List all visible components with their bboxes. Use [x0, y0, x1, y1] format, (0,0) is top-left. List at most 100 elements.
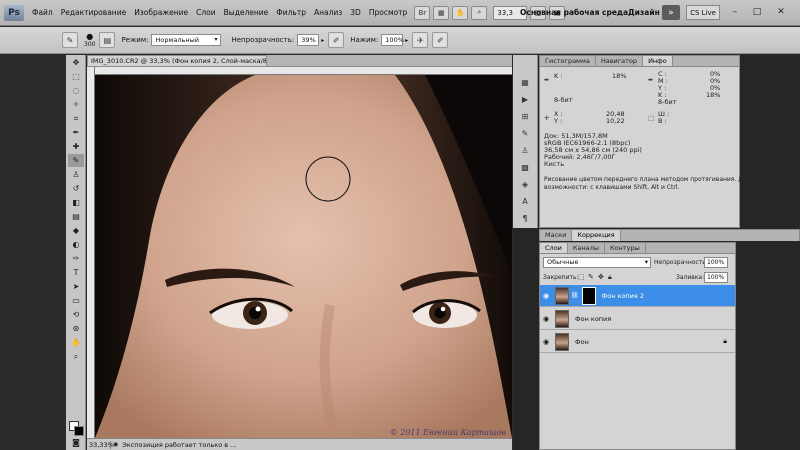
- more-workspaces-icon[interactable]: »: [662, 5, 680, 20]
- maximize-icon[interactable]: □: [748, 4, 766, 20]
- main-menu: Файл Редактирование Изображение Слои Выд…: [28, 0, 411, 26]
- chevron-down-icon: ▾: [644, 258, 648, 266]
- eye-icon[interactable]: ◉: [540, 338, 552, 346]
- marquee-tool-icon[interactable]: ⬚: [68, 70, 84, 83]
- pressure-field[interactable]: 100%: [381, 34, 404, 46]
- hand-icon[interactable]: ✋: [452, 5, 469, 20]
- layer-mask-thumbnail[interactable]: [581, 286, 596, 305]
- dodge-tool-icon[interactable]: ◐: [68, 238, 84, 251]
- menu-select[interactable]: Выделение: [220, 0, 273, 26]
- airbrush-icon[interactable]: ✈: [412, 32, 429, 48]
- layer-row[interactable]: ◉ Фон 🔒︎: [540, 331, 735, 353]
- lasso-tool-icon[interactable]: ◌: [68, 84, 84, 97]
- menu-file[interactable]: Файл: [28, 0, 57, 26]
- status-zoom[interactable]: 33,33%: [87, 440, 114, 449]
- cs-live-button[interactable]: CS Live: [686, 5, 720, 20]
- lock-all-icon[interactable]: 🔒︎: [608, 273, 612, 282]
- pen-tool-icon[interactable]: ✑: [68, 252, 84, 265]
- layer-opacity-label: Непрозрачность:: [654, 259, 708, 266]
- quick-select-tool-icon[interactable]: ✧: [68, 98, 84, 111]
- move-tool-icon[interactable]: ✥: [68, 56, 84, 69]
- actions-panel-icon[interactable]: ▶: [516, 92, 534, 106]
- layer-row[interactable]: ◉ Фон копия: [540, 308, 735, 330]
- menu-view[interactable]: Просмотр: [365, 0, 412, 26]
- pen-pressure-opacity-icon[interactable]: ✐: [328, 32, 345, 48]
- tab-paths[interactable]: Контуры: [605, 243, 646, 253]
- tab-masks[interactable]: Маски: [540, 230, 573, 241]
- brush-size-picker[interactable]: ● 300: [84, 32, 95, 48]
- opacity-arrow-icon[interactable]: ▸: [321, 37, 324, 44]
- tool-presets-icon[interactable]: ⊞: [516, 109, 534, 123]
- swatches-panel-icon[interactable]: ▩: [516, 160, 534, 174]
- layer-row[interactable]: ◉ ⛓ Фон копия 2: [540, 285, 735, 307]
- clone-source-icon[interactable]: ♙: [516, 143, 534, 157]
- tab-layers[interactable]: Слои: [540, 243, 568, 253]
- paragraph-panel-icon[interactable]: ¶: [516, 211, 534, 225]
- fill-field[interactable]: 100%: [704, 272, 728, 283]
- eyedropper-tool-icon[interactable]: ✒: [68, 126, 84, 139]
- workspace-design[interactable]: Дизайн: [628, 0, 660, 26]
- styles-panel-icon[interactable]: ◈: [516, 177, 534, 191]
- horizontal-ruler[interactable]: [95, 67, 512, 75]
- menu-filter[interactable]: Фильтр: [272, 0, 310, 26]
- pressure-arrow-icon[interactable]: ▸: [405, 37, 408, 44]
- eraser-tool-icon[interactable]: ◧: [68, 196, 84, 209]
- path-select-tool-icon[interactable]: ➤: [68, 280, 84, 293]
- bridge-icon[interactable]: Br: [414, 5, 431, 20]
- brush-tool-icon[interactable]: ✎: [68, 154, 84, 167]
- image-canvas[interactable]: © 2011 Евгений Карташов: [95, 75, 512, 438]
- menu-image[interactable]: Изображение: [130, 0, 192, 26]
- menu-3d[interactable]: 3D: [346, 0, 365, 26]
- tab-histogram[interactable]: Гистограмма: [540, 56, 596, 66]
- tab-navigator[interactable]: Навигатор: [596, 56, 644, 66]
- lock-transparency-icon[interactable]: ⬚: [578, 273, 585, 281]
- chain-icon[interactable]: ⛓: [571, 292, 579, 299]
- healing-tool-icon[interactable]: ✚: [68, 140, 84, 153]
- tab-adjustments[interactable]: Коррекция: [572, 230, 621, 241]
- menu-layers[interactable]: Слои: [192, 0, 220, 26]
- shape-tool-icon[interactable]: ▭: [68, 294, 84, 307]
- lock-pixels-icon[interactable]: ✎: [588, 273, 594, 281]
- brush-preset-icon[interactable]: ✎: [62, 32, 78, 48]
- background-color-swatch[interactable]: [74, 426, 84, 436]
- quick-mask-icon[interactable]: ◙: [68, 436, 84, 449]
- history-brush-tool-icon[interactable]: ↺: [68, 182, 84, 195]
- character-panel-icon[interactable]: A: [516, 194, 534, 208]
- blur-tool-icon[interactable]: ◆: [68, 224, 84, 237]
- mode-select[interactable]: Нормальный ▾: [151, 34, 222, 46]
- close-icon[interactable]: ✕: [772, 4, 790, 20]
- lock-position-icon[interactable]: ✥: [598, 273, 604, 281]
- gradient-tool-icon[interactable]: ▤: [68, 210, 84, 223]
- minimize-icon[interactable]: –: [726, 4, 744, 20]
- status-bar: 33,33% ◉ Экспозиция работает только в ..…: [87, 438, 512, 450]
- eye-icon[interactable]: ◉: [540, 315, 552, 323]
- type-tool-icon[interactable]: T: [68, 266, 84, 279]
- 3d-rotate-tool-icon[interactable]: ⟲: [68, 308, 84, 321]
- tab-channels[interactable]: Каналы: [568, 243, 606, 253]
- layer-opacity-field[interactable]: 100%: [704, 257, 728, 268]
- zoom-tool-icon[interactable]: ⌕: [471, 5, 488, 20]
- layer-name: Фон: [575, 337, 589, 346]
- menu-analysis[interactable]: Анализ: [310, 0, 346, 26]
- crop-tool-icon[interactable]: ⌗: [68, 112, 84, 125]
- vertical-ruler[interactable]: [87, 67, 95, 438]
- menu-edit[interactable]: Редактирование: [57, 0, 130, 26]
- pen-pressure-size-icon[interactable]: ✐: [432, 32, 449, 48]
- workspace-name[interactable]: Основная рабочая среда: [520, 0, 628, 26]
- clone-stamp-tool-icon[interactable]: ♙: [68, 168, 84, 181]
- brush-panel-icon[interactable]: ▤: [99, 32, 116, 48]
- eye-icon[interactable]: ◉: [540, 292, 552, 300]
- opacity-field[interactable]: 39%: [297, 34, 320, 46]
- zoom-tool-icon[interactable]: ⌕: [68, 350, 84, 363]
- lock-icon: 🔒︎: [723, 337, 727, 345]
- chevron-down-icon: ▾: [214, 36, 218, 43]
- history-panel-icon[interactable]: ▦: [516, 75, 534, 89]
- 3d-orbit-tool-icon[interactable]: ⊛: [68, 322, 84, 335]
- tab-info[interactable]: Инфо: [643, 56, 673, 66]
- document-tab[interactable]: IMG_3010.CR2 @ 33,3% (Фон копия 2, Слой-…: [87, 55, 267, 67]
- layer-thumbnail: [555, 286, 569, 305]
- brushes-panel-icon[interactable]: ✎: [516, 126, 534, 140]
- hand-tool-icon[interactable]: ✋: [68, 336, 84, 349]
- blend-mode-select[interactable]: Обычные ▾: [543, 257, 651, 268]
- minibridge-icon[interactable]: ▦: [433, 5, 450, 20]
